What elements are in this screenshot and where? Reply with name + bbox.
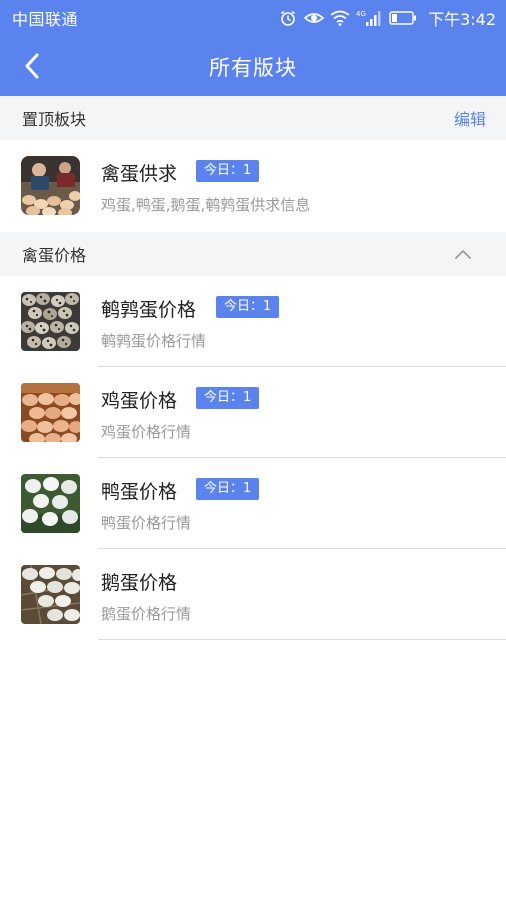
item-title: 鸡蛋价格 [101,390,178,412]
list-item-quail-egg-price[interactable]: 鹌鹑蛋价格 今日：1 鹌鹑蛋价格行情 [0,276,506,367]
pinned-section-header: 置顶板块 编辑 [0,96,506,140]
network-type-label: 4G [356,10,366,18]
chicken-egg-thumbnail [21,383,80,442]
item-title: 鹌鹑蛋价格 [101,299,197,321]
price-section-header[interactable]: 禽蛋价格 [0,232,506,276]
app-header: 所有版块 [0,36,506,96]
collapse-button[interactable] [452,243,474,265]
chevron-up-icon [455,250,471,259]
today-count-badge: 今日：1 [216,296,280,318]
today-count-badge: 今日：1 [196,478,260,500]
today-count-badge: 今日：1 [196,160,260,182]
item-description: 鹌鹑蛋价格行情 [101,332,207,350]
page-title: 所有版块 [209,56,297,80]
signal-icon: 4G [356,8,382,28]
item-description: 鸡蛋,鸭蛋,鹅蛋,鹌鹑蛋供求信息 [101,196,311,214]
item-title: 鸭蛋价格 [101,481,178,503]
duck-egg-thumbnail [21,474,80,533]
edit-button[interactable]: 编辑 [454,106,486,130]
status-bar: 中国联通 4G 下午3:42 [0,0,506,36]
price-section-title: 禽蛋价格 [22,246,87,265]
eye-icon [304,8,325,28]
clock-label: 下午3:42 [428,10,496,29]
item-description: 鹅蛋价格行情 [101,605,192,623]
alarm-icon [278,8,298,28]
goose-egg-thumbnail [21,565,80,624]
pinned-section-title: 置顶板块 [22,110,87,129]
list-item-goose-egg-price[interactable]: 鹅蛋价格 鹅蛋价格行情 [0,549,506,640]
carrier-label: 中国联通 [12,10,79,29]
item-description: 鸭蛋价格行情 [101,514,192,532]
list-item-chicken-egg-price[interactable]: 鸡蛋价格 今日：1 鸡蛋价格行情 [0,367,506,458]
item-title: 鹅蛋价格 [101,572,178,594]
item-description: 鸡蛋价格行情 [101,423,192,441]
today-count-badge: 今日：1 [196,387,260,409]
list-divider [98,639,506,640]
quail-egg-thumbnail [21,292,80,351]
status-icons: 4G 下午3:42 [278,6,496,30]
list-item-egg-supply[interactable]: 禽蛋供求 今日：1 鸡蛋,鸭蛋,鹅蛋,鹌鹑蛋供求信息 [0,140,506,231]
wifi-icon [330,8,350,28]
item-title: 禽蛋供求 [101,163,178,185]
list-item-duck-egg-price[interactable]: 鸭蛋价格 今日：1 鸭蛋价格行情 [0,458,506,549]
poultry-egg-market-thumbnail [21,156,80,215]
battery-icon [388,8,418,28]
